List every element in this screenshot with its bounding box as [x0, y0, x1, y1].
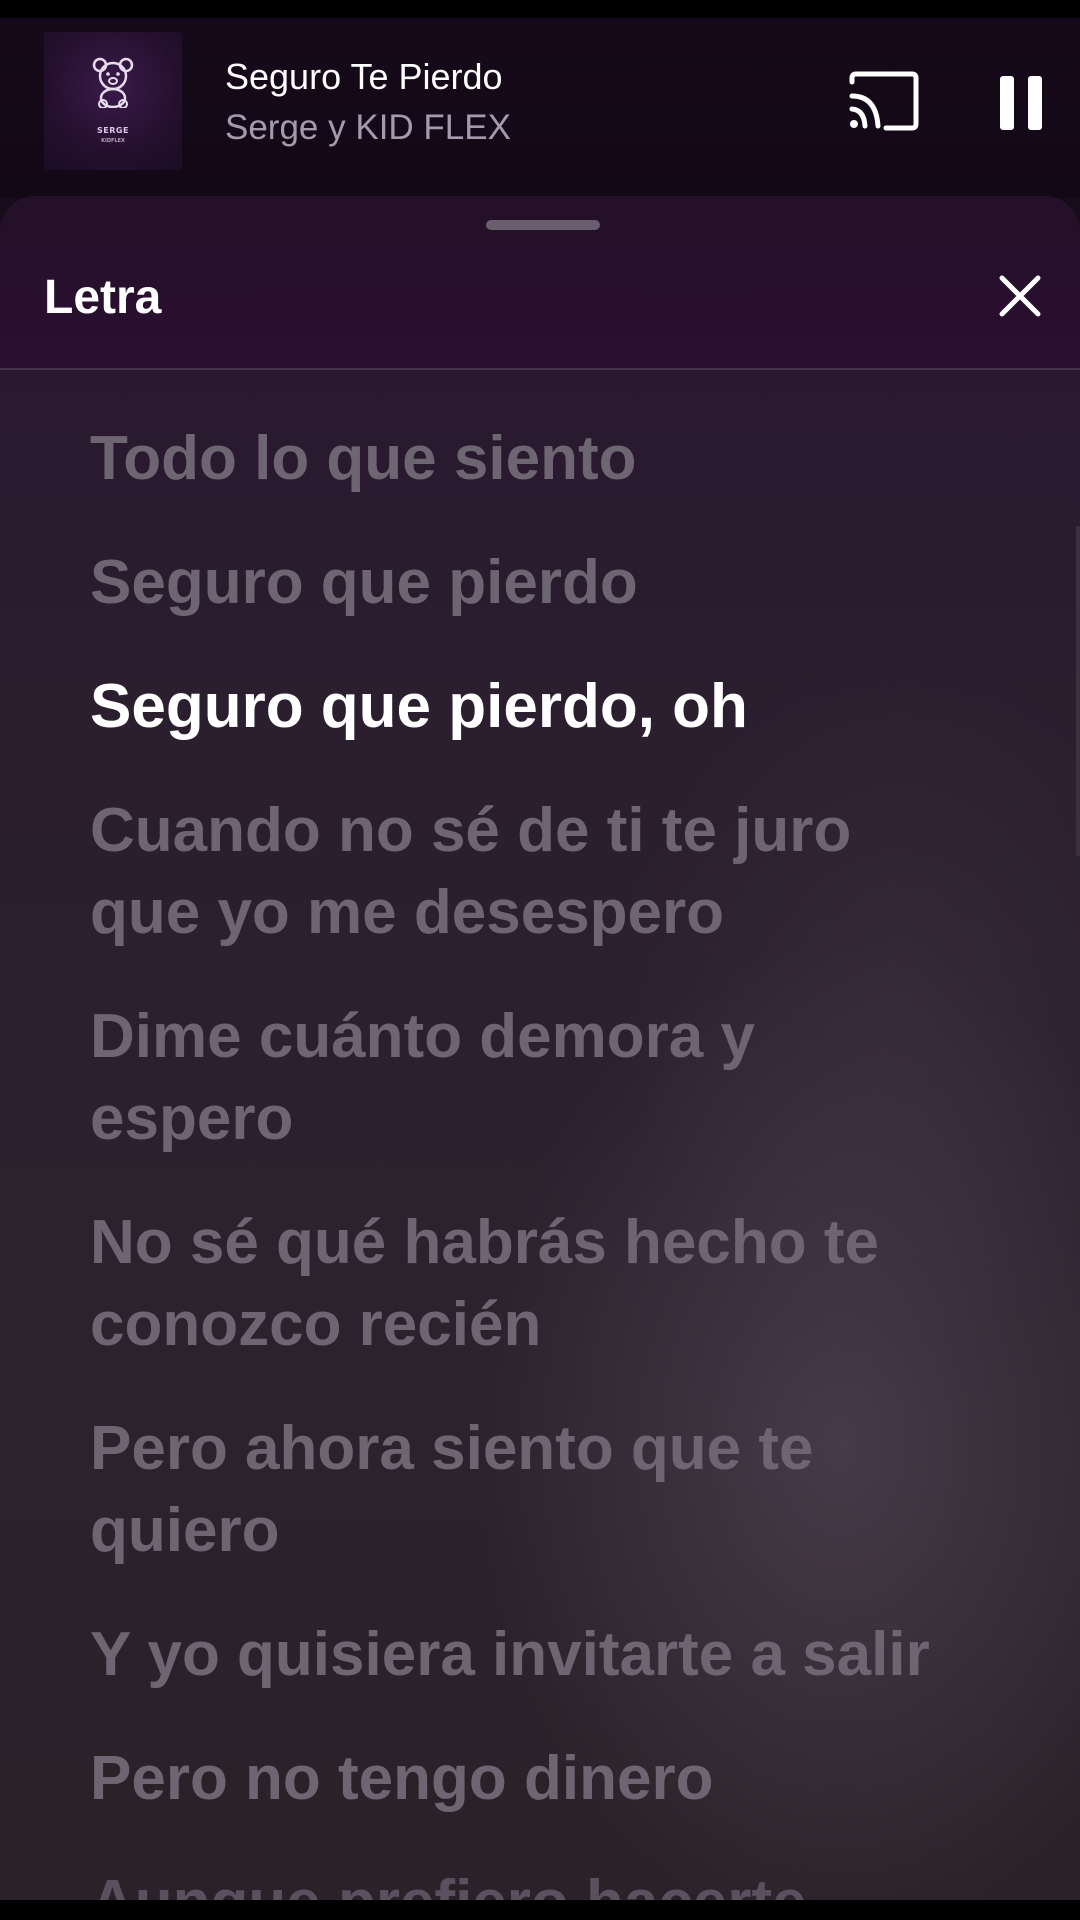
album-art[interactable]: SERGE KIDFLEX [44, 32, 182, 170]
lyrics-title: Letra [44, 271, 162, 324]
lyric-line[interactable]: Todo lo que siento [90, 418, 1030, 500]
mini-player[interactable]: SERGE KIDFLEX Seguro Te Pierdo Serge y K… [0, 18, 1080, 198]
close-icon [999, 275, 1041, 317]
lyric-line-active[interactable]: Seguro que pierdo, oh [90, 666, 1030, 748]
lyrics-sheet: Letra Todo lo que siento Seguro que pier… [0, 196, 1080, 1920]
cast-button[interactable] [846, 70, 922, 132]
lyrics-list[interactable]: Todo lo que siento Seguro que pierdo Seg… [90, 418, 1030, 1920]
track-artist: Serge y KID FLEX [225, 108, 511, 147]
status-bar [0, 0, 1080, 18]
track-title: Seguro Te Pierdo [225, 56, 503, 97]
lyric-line[interactable]: Y yo quisiera invitarte a salir [90, 1614, 1030, 1696]
pause-icon [1000, 76, 1042, 130]
cast-icon [849, 71, 919, 131]
scrollbar[interactable] [1076, 526, 1080, 856]
close-button[interactable] [996, 272, 1044, 320]
lyric-line[interactable]: Pero no tengo dinero [90, 1738, 1030, 1820]
drag-handle[interactable] [486, 220, 600, 230]
lyric-line[interactable]: Pero ahora siento que te quiero [90, 1408, 1030, 1572]
pause-button[interactable] [992, 72, 1052, 136]
lyric-line[interactable]: Seguro que pierdo [90, 542, 1030, 624]
lyrics-sheet-header: Letra [0, 196, 1080, 370]
album-art-subtext: KIDFLEX [101, 138, 125, 144]
album-art-text: SERGE [97, 126, 129, 135]
lyrics-screen: SERGE KIDFLEX Seguro Te Pierdo Serge y K… [0, 0, 1080, 1920]
lyric-line[interactable]: Dime cuánto demora y espero [90, 996, 1030, 1160]
lyric-line[interactable]: No sé qué habrás hecho te conozco recién [90, 1202, 1030, 1366]
navigation-bar [0, 1900, 1080, 1920]
teddy-bear-icon [92, 57, 134, 108]
lyric-line[interactable]: Cuando no sé de ti te juro que yo me des… [90, 790, 1030, 954]
